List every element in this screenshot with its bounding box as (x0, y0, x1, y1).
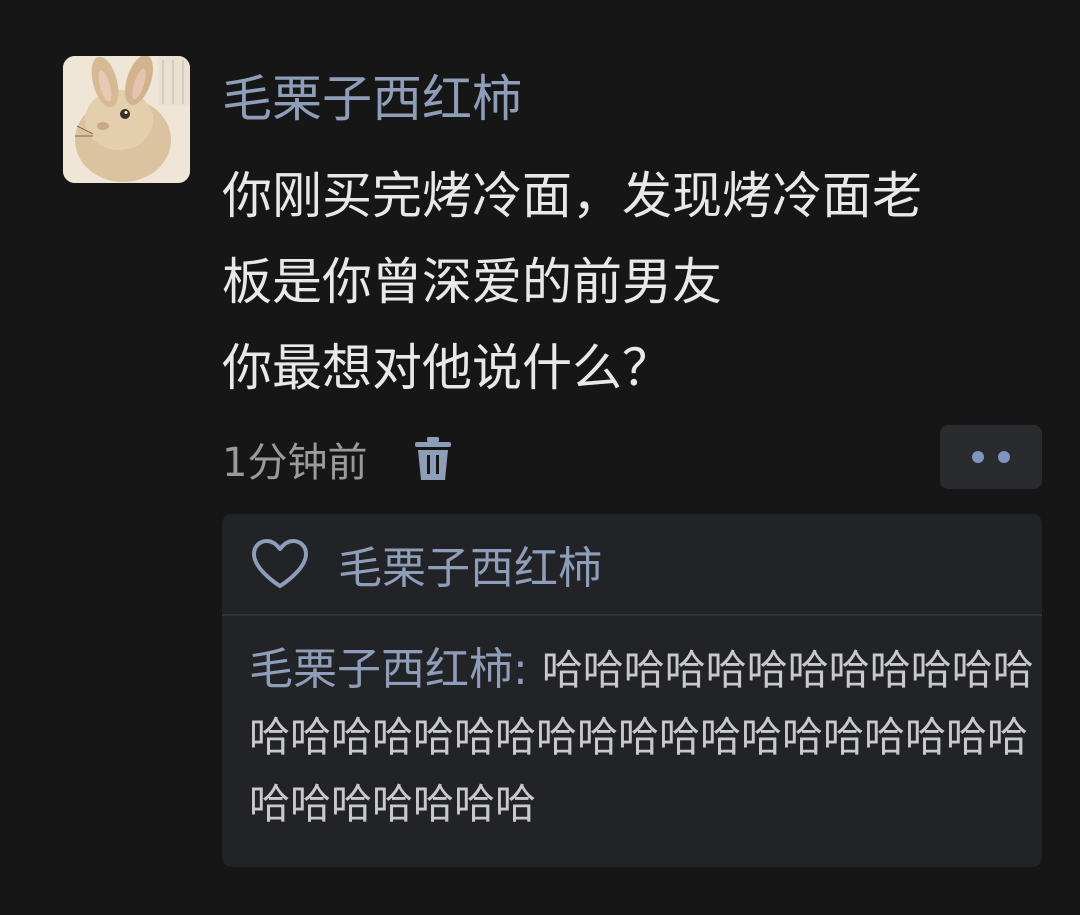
comment-separator: : (513, 644, 542, 695)
post-meta: 1分钟前 (222, 428, 455, 490)
post-text-line: 你最想对他说什么？ (222, 339, 672, 397)
comment-author[interactable]: 毛栗子西红柿 (249, 644, 513, 695)
delete-button[interactable] (411, 431, 455, 487)
comment: 毛栗子西红柿: 哈哈哈哈哈哈哈哈哈哈哈哈哈哈哈哈哈哈哈哈哈哈哈哈哈哈哈哈哈哈哈哈… (249, 636, 1034, 838)
interaction-panel: 毛栗子西红柿 毛栗子西红柿: 哈哈哈哈哈哈哈哈哈哈哈哈哈哈哈哈哈哈哈哈哈哈哈哈哈… (222, 514, 1042, 867)
trash-icon (415, 437, 452, 480)
post-author[interactable]: 毛栗子西红柿 (222, 66, 522, 132)
liker-name[interactable]: 毛栗子西红柿 (338, 532, 602, 596)
post-text-line: 板是你曾深爱的前男友 (222, 253, 722, 311)
post-text-line: 你刚买完烤冷面，发现烤冷面老 (222, 167, 922, 225)
more-dots-icon (972, 451, 984, 463)
avatar[interactable] (63, 56, 190, 183)
post-timestamp: 1分钟前 (222, 440, 368, 486)
like-button[interactable] (250, 536, 312, 592)
heart-outline-icon (252, 539, 308, 588)
post-text: 你刚买完烤冷面，发现烤冷面老 板是你曾深爱的前男友 你最想对他说什么？ (222, 153, 1012, 411)
likes-row: 毛栗子西红柿 (222, 514, 1042, 616)
rabbit-photo-avatar-icon (63, 56, 190, 183)
more-options-button[interactable] (940, 425, 1042, 489)
more-dots-icon (998, 451, 1010, 463)
